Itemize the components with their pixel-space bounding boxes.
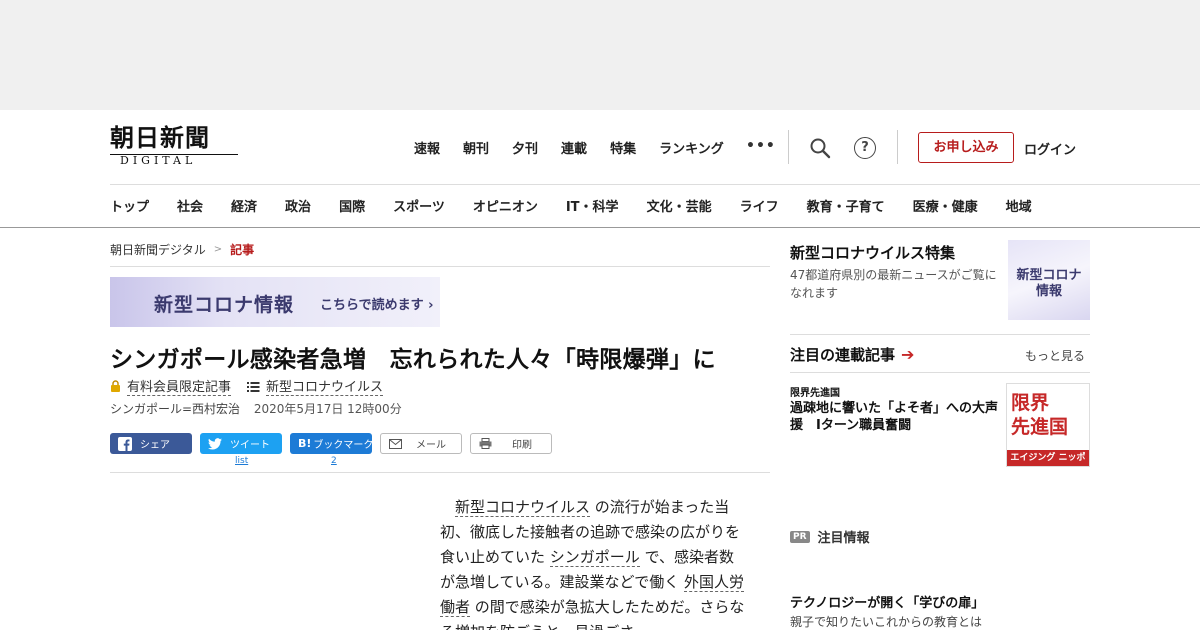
pr-badge: PR <box>790 530 810 543</box>
subscribe-button[interactable]: お申し込み <box>918 132 1014 163</box>
breadcrumb: 朝日新聞デジタル > 記事 <box>110 241 254 258</box>
breadcrumb-divider <box>110 266 770 267</box>
top-nav-item[interactable]: ランキング <box>659 138 724 157</box>
series-article-title[interactable]: 過疎地に響いた「よそ者」への大声援 Iターン職員奮闘 <box>790 400 1002 434</box>
main-nav-item[interactable]: 医療・健康 <box>913 196 978 215</box>
article-headline: シンガポール感染者急増 忘れられた人々「時限爆弾」に <box>110 347 716 373</box>
featured-series-heading[interactable]: 注目の連載記事 ➔ <box>790 344 914 365</box>
facebook-icon <box>118 436 132 451</box>
sidebar-divider <box>790 334 1090 335</box>
header-divider <box>897 130 898 164</box>
main-nav-item[interactable]: 経済 <box>231 196 257 215</box>
topic-link[interactable]: 新型コロナウイルス <box>266 376 384 396</box>
publish-date: 2020年5月17日 12時00分 <box>253 402 402 416</box>
main-nav-item[interactable]: トップ <box>110 196 149 215</box>
corona-banner-link[interactable]: こちらで読めます › <box>320 294 434 313</box>
top-nav-item[interactable]: 朝刊 <box>463 138 489 157</box>
logo-subtitle: DIGITAL <box>120 154 197 167</box>
article-byline: シンガポール=西村宏治 2020年5月17日 12時00分 <box>110 400 402 417</box>
promo-description: 親子で知りたいこれからの教育とは <box>790 615 983 629</box>
main-nav: トップ 社会 経済 政治 国際 スポーツ オピニオン IT・科学 文化・芸能 ラ… <box>110 196 1060 215</box>
print-label: 印刷 <box>512 440 532 451</box>
main-nav-item[interactable]: 国際 <box>339 196 365 215</box>
hatena-icon: B! <box>298 437 312 450</box>
lock-icon <box>111 380 120 392</box>
hatena-bookmark-button[interactable]: B! ブックマーク <box>290 433 374 454</box>
logo-wordmark: 朝日新聞 <box>110 123 210 152</box>
breadcrumb-separator: > <box>213 244 223 255</box>
facebook-share-label: シェア <box>140 440 170 451</box>
series-thumbnail-band: エイジング ニッポン <box>1007 450 1089 479</box>
corona-info-banner[interactable]: 新型コロナ情報 こちらで読めます › <box>110 277 440 327</box>
twitter-count-link[interactable]: list <box>235 456 248 466</box>
keyword-link[interactable]: 新型コロナウイルス <box>455 498 591 517</box>
top-nav-item[interactable]: 連載 <box>561 138 587 157</box>
hatena-count-link[interactable]: 2 <box>331 456 337 466</box>
mail-icon <box>389 438 402 449</box>
header-divider <box>788 130 789 164</box>
series-thumbnail-line: 先進国 <box>1011 416 1069 438</box>
sidebar-divider <box>790 372 1090 373</box>
top-nav-item[interactable]: 速報 <box>414 138 440 157</box>
top-nav-item[interactable]: 夕刊 <box>512 138 538 157</box>
members-only-label[interactable]: 有料会員限定記事 <box>127 376 232 396</box>
series-thumbnail-line: 限界 <box>1011 392 1050 414</box>
main-nav-item[interactable]: オピニオン <box>473 196 538 215</box>
article-paragraph: 新型コロナウイルス の流行が始まった当初、徹底した接触者の追跡で感染の広がりを食… <box>440 495 745 630</box>
twitter-share-button[interactable]: ツイート <box>200 433 282 454</box>
top-nav: 速報 朝刊 夕刊 連載 特集 ランキング <box>414 138 747 157</box>
promo-title[interactable]: テクノロジーが開く「学びの扉」 <box>790 592 984 611</box>
body-text: の間で感染が急拡大したためだ。さらなる増加を防ごうと、見過ごさ <box>440 598 745 630</box>
print-button[interactable]: 印刷 <box>470 433 552 454</box>
pr-heading-label: 注目情報 <box>817 531 870 546</box>
main-nav-item[interactable]: スポーツ <box>393 196 445 215</box>
advertisement-band <box>0 0 1200 110</box>
twitter-icon <box>208 437 222 450</box>
author: シンガポール=西村宏治 <box>110 402 241 416</box>
corona-feature-description: 47都道府県別の最新ニュースがご覧になれます <box>790 268 997 300</box>
arrow-right-icon: ➔ <box>901 345 915 364</box>
main-nav-item[interactable]: 教育・子育て <box>807 196 885 215</box>
featured-series-heading-label: 注目の連載記事 <box>790 346 896 364</box>
series-name: 限界先進国 <box>790 388 840 399</box>
article-meta: 有料会員限定記事 新型コロナウイルス <box>110 376 384 396</box>
hatena-share-label: ブックマーク <box>313 440 374 451</box>
top-nav-item[interactable]: 特集 <box>610 138 636 157</box>
article-body: 新型コロナウイルス の流行が始まった当初、徹底した接触者の追跡で感染の広がりを食… <box>440 495 745 630</box>
main-nav-item[interactable]: 社会 <box>177 196 203 215</box>
corona-feature-thumbnail-text: 新型コロナ 情報 <box>1016 268 1082 299</box>
see-more-link[interactable]: もっと見る <box>1025 347 1085 364</box>
mail-share-button[interactable]: メール <box>380 433 462 454</box>
facebook-share-button[interactable]: シェア <box>110 433 192 454</box>
main-nav-item[interactable]: 地域 <box>1006 196 1032 215</box>
corona-feature-title[interactable]: 新型コロナウイルス特集 <box>790 242 955 263</box>
list-icon <box>247 381 260 392</box>
main-nav-item[interactable]: ライフ <box>740 196 779 215</box>
search-icon[interactable] <box>809 137 831 159</box>
main-nav-item[interactable]: 文化・芸能 <box>647 196 712 215</box>
share-divider <box>110 472 770 473</box>
breadcrumb-current: 記事 <box>230 243 255 257</box>
mail-share-label: メール <box>416 440 446 451</box>
series-thumbnail[interactable]: 限界 先進国 エイジング ニッポン <box>1006 383 1090 479</box>
login-link[interactable]: ログイン <box>1024 139 1076 158</box>
corona-banner-title: 新型コロナ情報 <box>154 294 295 316</box>
breadcrumb-home[interactable]: 朝日新聞デジタル <box>110 241 206 258</box>
more-menu-icon[interactable]: ••• <box>746 138 776 154</box>
print-icon <box>479 438 492 449</box>
main-nav-item[interactable]: 政治 <box>285 196 311 215</box>
nav-divider <box>110 184 1200 185</box>
twitter-share-label: ツイート <box>230 440 270 451</box>
main-nav-item[interactable]: IT・科学 <box>566 196 619 215</box>
pr-section-heading: PR 注目情報 <box>790 527 870 546</box>
keyword-link[interactable]: シンガポール <box>549 548 640 567</box>
site-logo[interactable]: 朝日新聞 DIGITAL <box>110 124 240 170</box>
corona-feature-thumbnail[interactable]: 新型コロナ 情報 <box>1008 240 1090 320</box>
help-icon[interactable]: ? <box>854 137 876 159</box>
